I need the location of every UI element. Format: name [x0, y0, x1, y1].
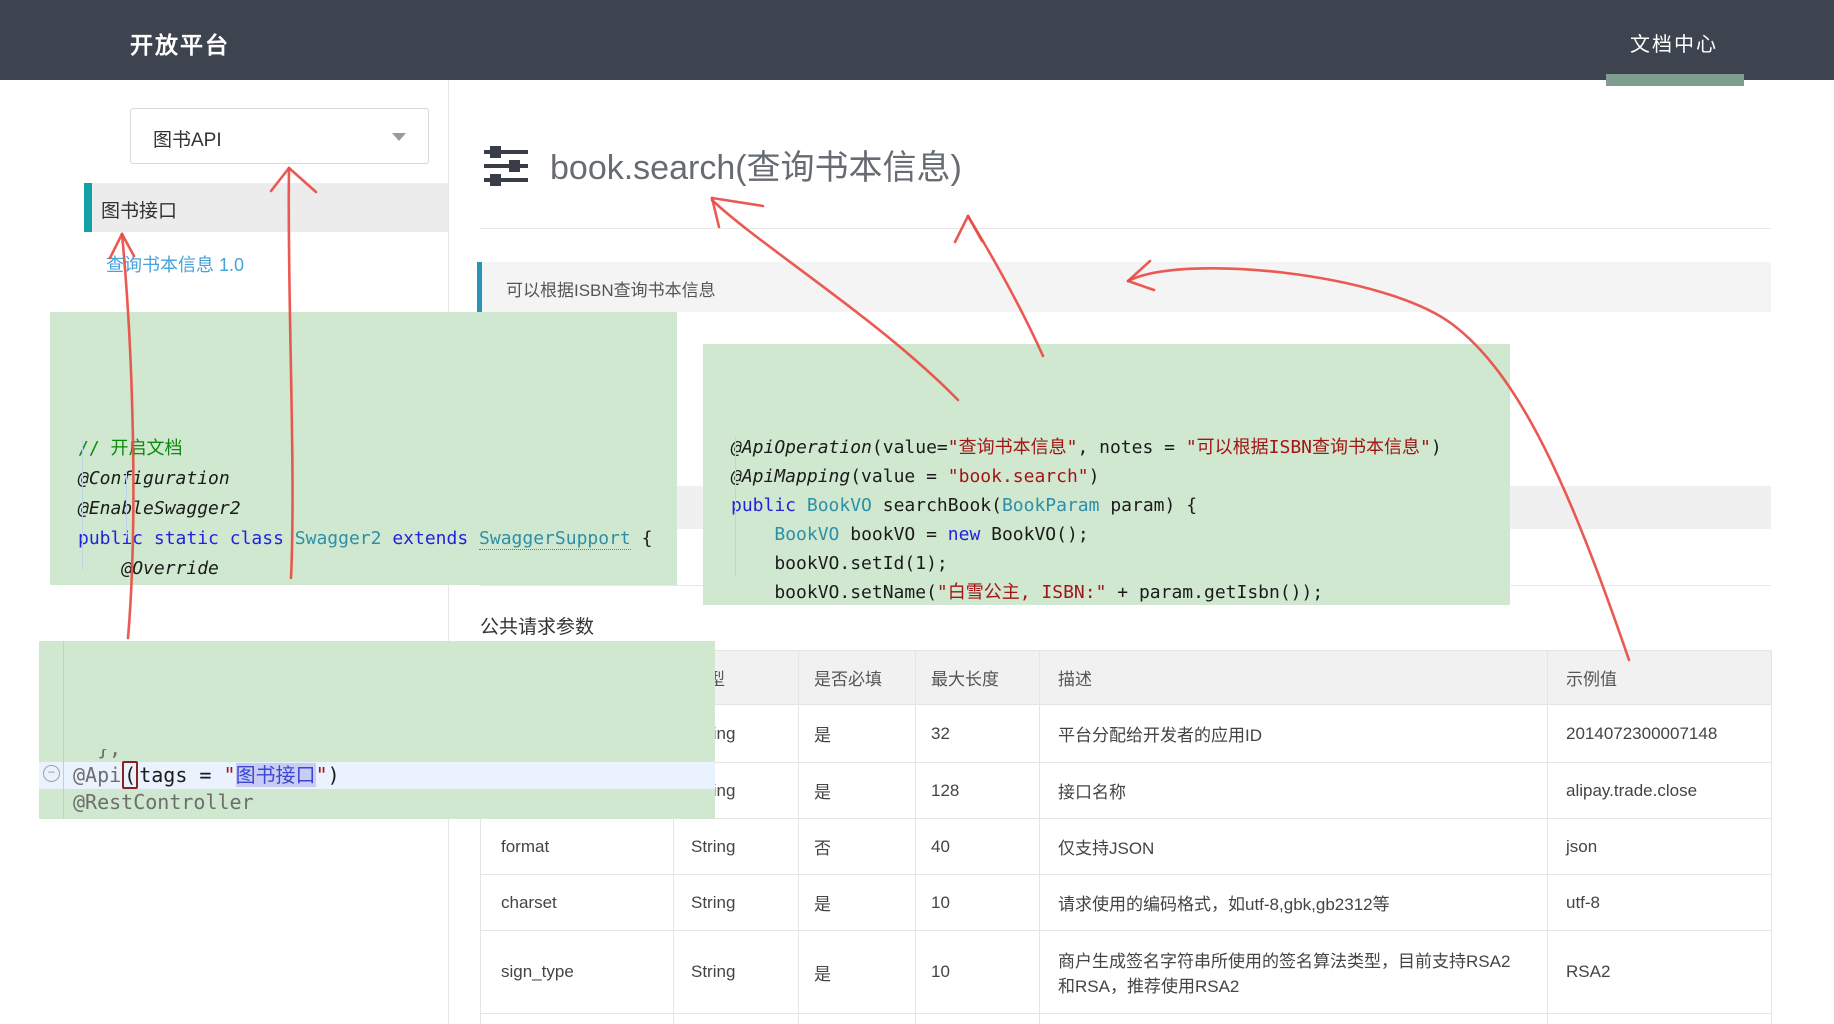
- code-line: bookVO.setName("白雪公主, ISBN:" + param.get…: [703, 578, 1510, 605]
- code-line: @RestController: [39, 789, 715, 816]
- table-cell: 请求使用的编码格式，如utf-8,gbk,gb2312等: [1040, 875, 1548, 931]
- code-line: // 开启文档: [50, 434, 677, 464]
- table-cell: 2014072300007148: [1548, 705, 1772, 763]
- code-line: @Configuration: [50, 464, 677, 494]
- nav-active-indicator: [1606, 74, 1744, 86]
- api-dropdown-value: 图书API: [153, 125, 222, 152]
- table-cell: 128: [916, 763, 1040, 819]
- table-cell: [799, 1014, 916, 1024]
- table-cell: json: [1548, 819, 1772, 875]
- table-cell: 否: [799, 819, 916, 875]
- active-group-accent-bar: [84, 183, 92, 232]
- table-row: [481, 1014, 1772, 1024]
- table-cell: [1040, 1014, 1548, 1024]
- table-row: formatString否40仅支持JSONjson: [481, 819, 1772, 875]
- info-banner-text: 可以根据ISBN查询书本信息: [506, 276, 716, 301]
- api-dropdown[interactable]: 图书API: [130, 108, 429, 164]
- code-line: @ApiMapping(value = "book.search"): [703, 462, 1510, 491]
- code-line: bookVO.setId(1);: [703, 549, 1510, 578]
- table-cell: 平台分配给开发者的应用ID: [1040, 705, 1548, 763]
- code-line: @EnableSwagger2: [50, 494, 677, 524]
- table-cell: 是: [799, 705, 916, 763]
- nav-item-doc-center[interactable]: 文档中心: [1630, 28, 1718, 57]
- editor-gutter-line: [63, 641, 64, 819]
- table-cell: 10: [916, 931, 1040, 1014]
- code-line: public static class Swagger2 extends Swa…: [50, 524, 677, 554]
- code-line: },: [39, 749, 715, 762]
- col-header-required: 是否必填: [799, 651, 916, 705]
- page: 开放平台 文档中心 图书API 图书接口 查询书本信息 1.0 book.sea…: [0, 0, 1834, 1024]
- table-cell: String: [674, 875, 799, 931]
- table-cell: 是: [799, 763, 916, 819]
- code-snippet-swagger-config: // 开启文档@Configuration@EnableSwagger2publ…: [50, 312, 677, 585]
- table-row: sign_typeString是10商户生成签名字符串所使用的签名算法类型，目前…: [481, 931, 1772, 1014]
- table-cell: 接口名称: [1040, 763, 1548, 819]
- fold-minus-icon: −: [43, 765, 60, 782]
- table-cell: format: [481, 819, 674, 875]
- top-navbar: 开放平台 文档中心: [0, 0, 1834, 80]
- indent-guide: [82, 440, 83, 570]
- sidebar-group-label: 图书接口: [101, 196, 177, 223]
- table-cell: [1548, 1014, 1772, 1024]
- table-cell: [481, 1014, 674, 1024]
- table-cell: sign_type: [481, 931, 674, 1014]
- code-line: @Override: [50, 554, 677, 584]
- sidebar-item-book-api-group[interactable]: 图书接口: [84, 183, 448, 232]
- code-snippet-api-method: @ApiOperation(value="查询书本信息", notes = "可…: [703, 344, 1510, 605]
- table-cell: 是: [799, 931, 916, 1014]
- col-header-example: 示例值: [1548, 651, 1772, 705]
- code-line: BookVO bookVO = new BookVO();: [703, 520, 1510, 549]
- table-cell: alipay.trade.close: [1548, 763, 1772, 819]
- code-snippet-controller: − },@Api(tags = "图书接口")@RestControllerpu…: [39, 641, 715, 819]
- code-line: @Api(tags = "图书接口"): [39, 762, 715, 789]
- table-cell: 10: [916, 875, 1040, 931]
- title-divider: [480, 228, 1771, 229]
- table-cell: String: [674, 819, 799, 875]
- code-line: public BookVO searchBook(BookParam param…: [703, 491, 1510, 520]
- info-banner: 可以根据ISBN查询书本信息: [477, 262, 1771, 312]
- table-cell: [916, 1014, 1040, 1024]
- table-cell: 仅支持JSON: [1040, 819, 1548, 875]
- table-cell: RSA2: [1548, 931, 1772, 1014]
- sidebar-link-book-search-version[interactable]: 查询书本信息 1.0: [106, 251, 244, 277]
- sliders-icon: [483, 142, 529, 190]
- col-header-maxlen: 最大长度: [916, 651, 1040, 705]
- common-params-heading: 公共请求参数: [480, 612, 594, 639]
- page-title: book.search(查询书本信息): [550, 140, 962, 189]
- code-line: protected String getDocTitle() {: [50, 584, 677, 585]
- indent-guide: [126, 470, 127, 538]
- table-cell: 是: [799, 875, 916, 931]
- col-header-description: 描述: [1040, 651, 1548, 705]
- table-cell: utf-8: [1548, 875, 1772, 931]
- table-cell: String: [674, 931, 799, 1014]
- table-row: charsetString是10请求使用的编码格式，如utf-8,gbk,gb2…: [481, 875, 1772, 931]
- indent-guide: [735, 436, 736, 576]
- table-cell: charset: [481, 875, 674, 931]
- brand-title: 开放平台: [130, 26, 230, 60]
- code-line: public class AlipayBookController {: [39, 816, 715, 819]
- table-cell: 商户生成签名字符串所使用的签名算法类型，目前支持RSA2和RSA，推荐使用RSA…: [1040, 931, 1548, 1014]
- code-line: @ApiOperation(value="查询书本信息", notes = "可…: [703, 433, 1510, 462]
- chevron-down-icon: [392, 133, 406, 141]
- table-cell: 32: [916, 705, 1040, 763]
- table-cell: [674, 1014, 799, 1024]
- table-cell: 40: [916, 819, 1040, 875]
